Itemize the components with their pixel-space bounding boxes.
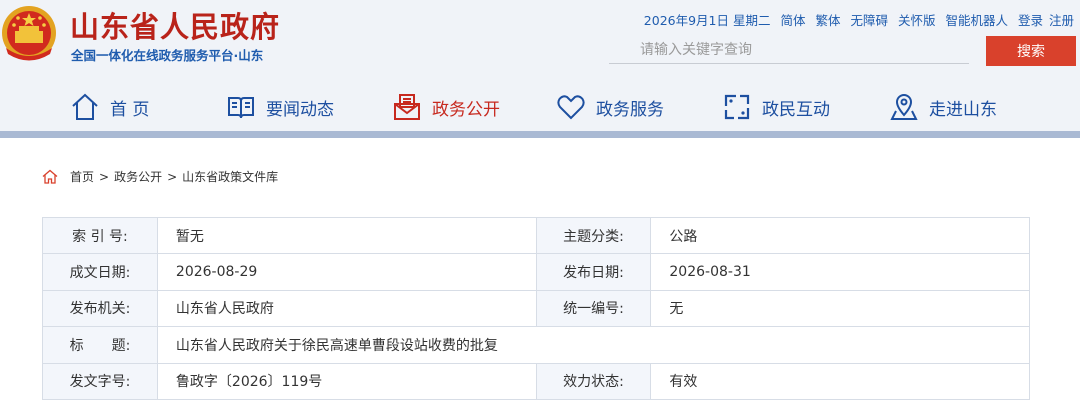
table-row: 索 引 号: 暂无 主题分类: 公路 [42,216,1030,255]
topic-value: 公路 [650,216,1030,255]
serial-number-label: 统一编号: [535,289,652,328]
book-icon [228,97,254,119]
table-row: 发文字号: 鲁政字〔2026〕119号 效力状态: 有效 [42,362,1030,400]
breadcrumb-policy-library[interactable]: 山东省政策文件库 [182,168,278,185]
robot-link[interactable]: 智能机器人 [945,13,1008,28]
breadcrumb-separator: > [167,169,178,184]
table-row: 发布机关: 山东省人民政府 统一编号: 无 [42,289,1030,328]
nav-label: 政民互动 [762,99,830,120]
home-icon[interactable] [42,169,58,184]
interaction-icon [724,94,750,120]
nav-label: 要闻动态 [266,99,334,120]
top-links: 2026年9月1日 星期二 简体 繁体 无障碍 关怀版 智能机器人 登录 注册 [638,10,1074,29]
title-label: 标 题: [42,326,158,364]
nav-item-gov-affairs[interactable]: 政务公开 [392,86,500,128]
issuer-value: 山东省人民政府 [156,289,537,328]
written-date-label: 成文日期: [42,253,158,291]
traditional-link[interactable]: 繁体 [815,13,840,28]
nav-divider [0,131,1080,138]
topic-label: 主题分类: [535,216,652,255]
elderly-mode-link[interactable]: 关怀版 [898,13,936,28]
site-title[interactable]: 山东省人民政府 [70,4,280,46]
index-label: 索 引 号: [42,216,158,255]
login-link[interactable]: 登录 [1018,13,1043,28]
title-value: 山东省人民政府关于徐民高速单曹段设站收费的批复 [156,326,1031,364]
table-row: 标 题: 山东省人民政府关于徐民高速单曹段设站收费的批复 [42,326,1031,364]
status-label: 效力状态: [535,362,652,400]
breadcrumb: 首页 > 政务公开 > 山东省政策文件库 [42,168,278,185]
envelope-icon [394,94,420,120]
location-icon [890,94,918,120]
accessibility-link[interactable]: 无障碍 [850,13,888,28]
index-value: 暂无 [156,216,537,255]
heart-icon [557,95,585,120]
breadcrumb-gov-affairs[interactable]: 政务公开 [114,168,162,185]
nav-item-news[interactable]: 要闻动态 [226,86,334,128]
doc-number-value: 鲁政字〔2026〕119号 [156,362,537,400]
register-link[interactable]: 注册 [1049,13,1074,28]
breadcrumb-separator: > [99,169,110,184]
nav-item-services[interactable]: 政务服务 [556,86,664,128]
document-meta-table: 索 引 号: 暂无 主题分类: 公路 成文日期: 2026-08-29 发布日期… [42,216,1031,400]
published-date-label: 发布日期: [535,253,652,291]
issuer-label: 发布机关: [42,289,158,328]
site-subtitle[interactable]: 全国一体化在线政务服务平台·山东 [71,45,263,64]
status-value: 有效 [650,362,1030,400]
nav-item-home[interactable]: 首 页 [70,86,149,128]
home-icon [72,93,98,120]
nav-label: 政务公开 [432,99,500,120]
site-header: 山东省人民政府 全国一体化在线政务服务平台·山东 2026年9月1日 星期二 简… [0,0,1080,138]
table-row: 成文日期: 2026-08-29 发布日期: 2026-08-31 [42,253,1030,291]
nav-item-interaction[interactable]: 政民互动 [722,86,830,128]
search-input[interactable] [609,36,969,64]
search-button[interactable]: 搜索 [986,36,1076,66]
simplified-link[interactable]: 简体 [780,13,805,28]
published-date-value: 2026-08-31 [650,253,1030,291]
doc-number-label: 发文字号: [42,362,158,400]
nav-label: 政务服务 [596,99,664,120]
national-emblem-icon[interactable] [0,4,58,62]
breadcrumb-home[interactable]: 首页 [70,168,94,185]
written-date-value: 2026-08-29 [156,253,537,291]
current-date: 2026年9月1日 星期二 [643,13,771,28]
nav-label: 首 页 [110,99,150,120]
nav-label: 走进山东 [929,99,997,120]
serial-number-value: 无 [650,289,1030,328]
nav-item-shandong[interactable]: 走进山东 [889,86,997,128]
